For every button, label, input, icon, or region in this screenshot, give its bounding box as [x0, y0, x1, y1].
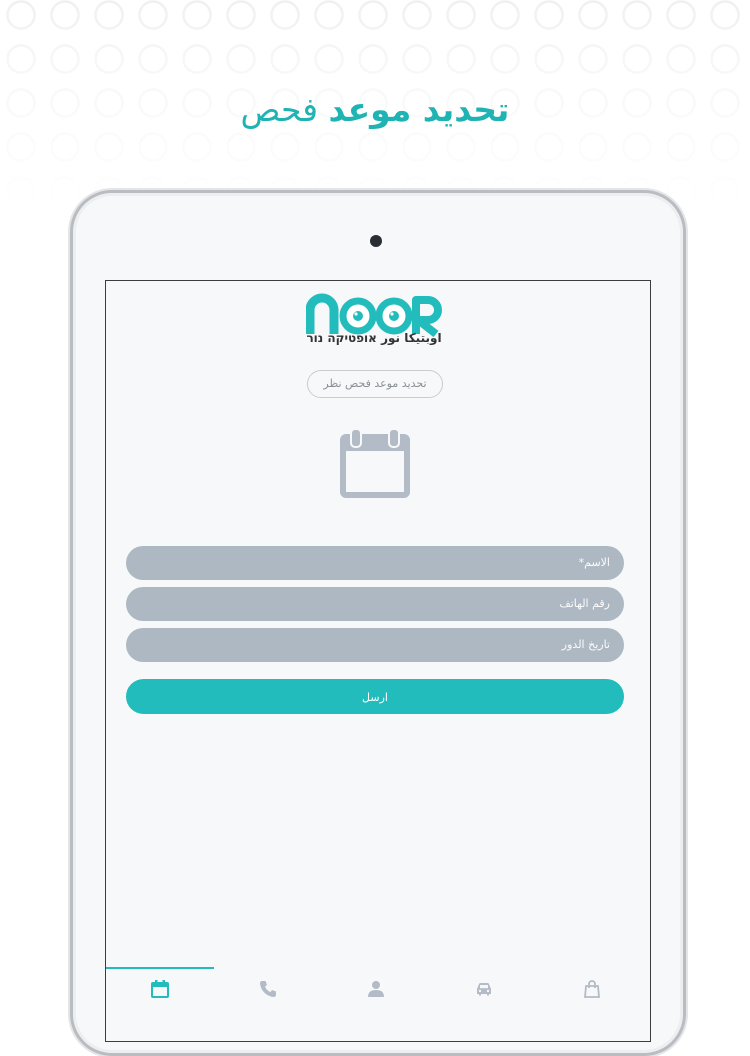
tab-calendar[interactable]	[106, 979, 214, 1005]
date-input[interactable]	[126, 628, 624, 662]
tablet-camera	[370, 235, 382, 247]
active-tab-indicator	[106, 967, 214, 969]
calendar-icon	[340, 428, 410, 498]
bottom-tab-bar	[106, 967, 650, 1041]
tab-shop[interactable]	[538, 979, 646, 1005]
tab-phone[interactable]	[214, 979, 322, 1005]
headline-bold: تحديد موعد	[328, 90, 510, 129]
tab-car[interactable]	[430, 979, 538, 1005]
headline-light: فحص	[240, 90, 319, 129]
appointment-title-pill: تحديد موعد فحص نظر	[307, 370, 443, 398]
app-screen: اوبتيكا نور אופטיקה נור تحديد موعد فحص ن…	[105, 280, 651, 1042]
tablet-frame: اوبتيكا نور אופטיקה נור تحديد موعد فحص ن…	[70, 190, 686, 1056]
phone-input[interactable]	[126, 587, 624, 621]
submit-button[interactable]: ارسل	[126, 679, 624, 714]
phone-icon	[260, 981, 276, 997]
logo-subtitle: اوبتيكا نور אופטיקה נור	[306, 331, 442, 345]
name-input[interactable]	[126, 546, 624, 580]
shopping-bag-icon	[584, 980, 600, 998]
user-icon	[368, 981, 384, 997]
page-headline: تحديد موعد فحص	[0, 90, 750, 129]
car-icon	[477, 983, 491, 996]
tab-profile[interactable]	[322, 979, 430, 1005]
calendar-icon	[151, 980, 169, 998]
